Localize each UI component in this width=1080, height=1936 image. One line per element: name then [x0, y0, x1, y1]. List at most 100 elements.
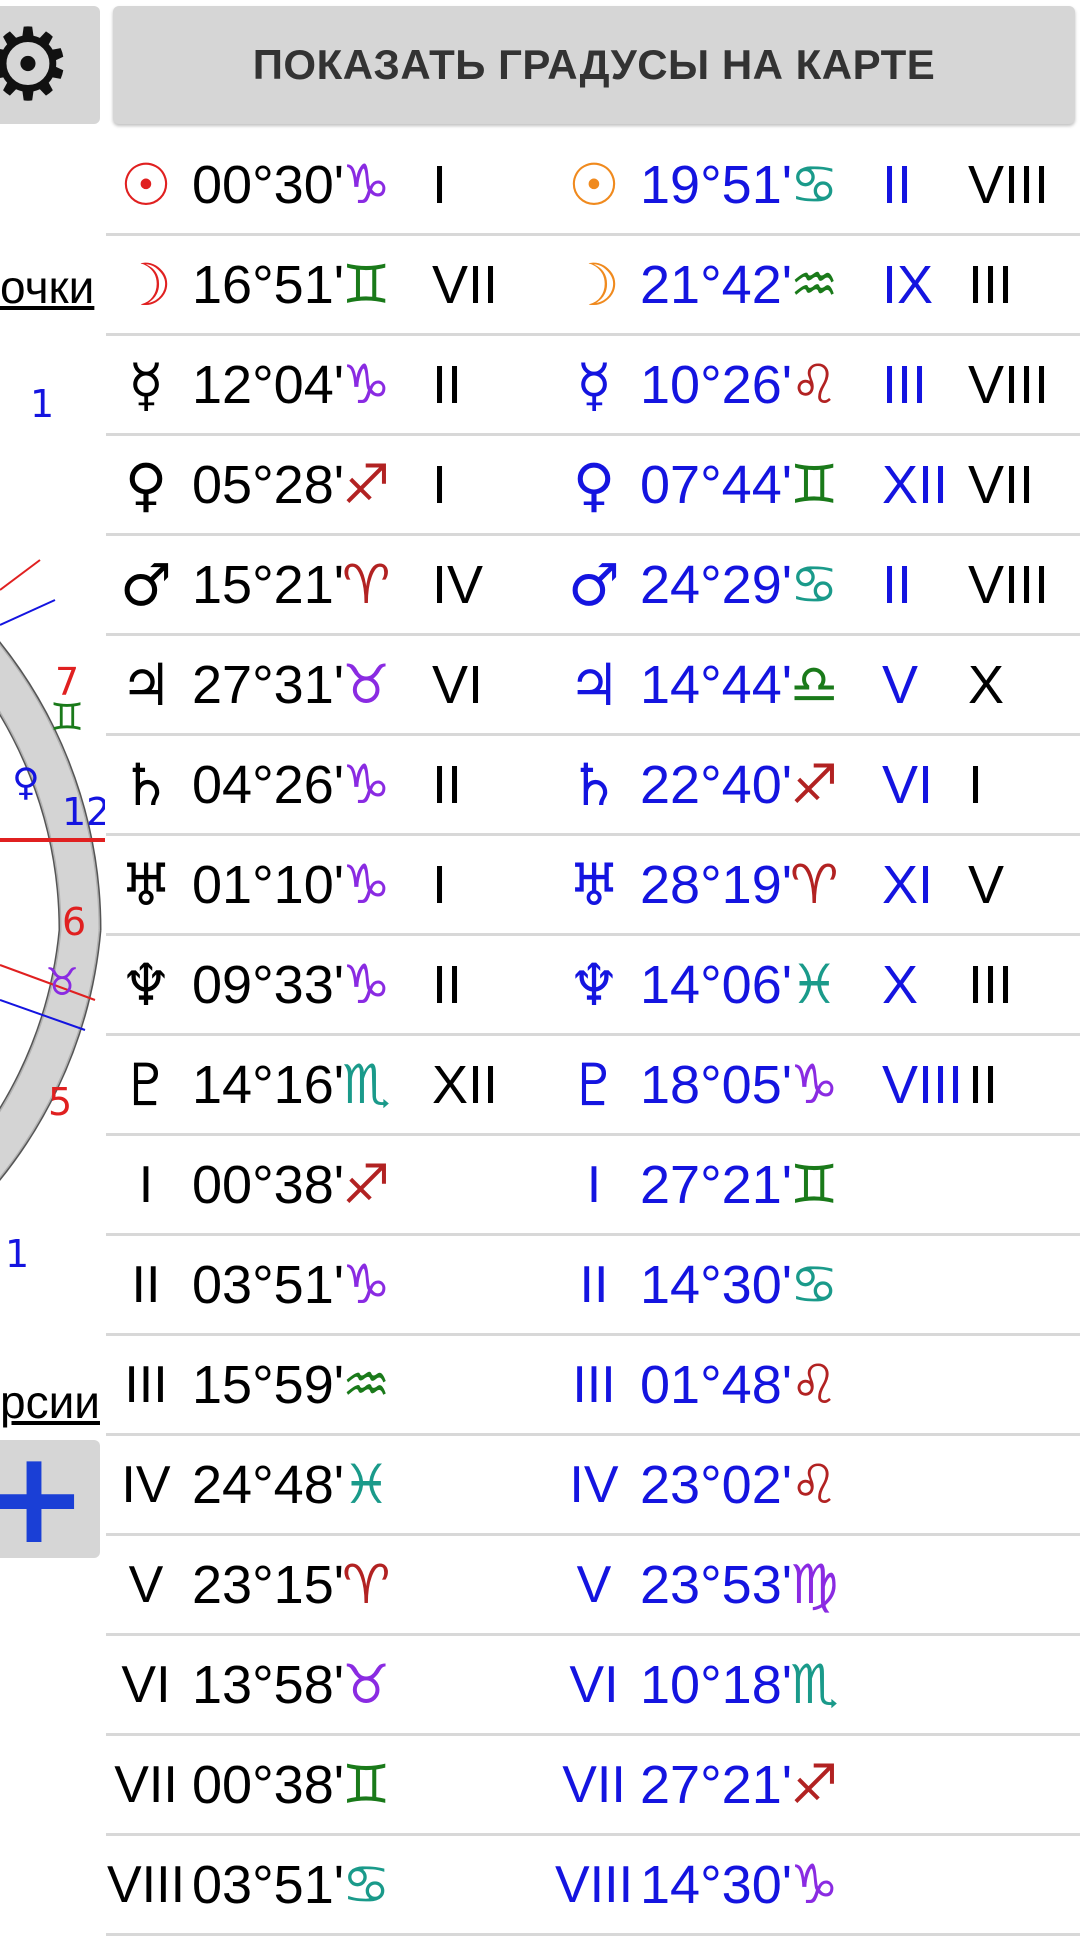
- natal-degree: 15°59': [192, 1354, 345, 1415]
- planet-icon: ☉: [568, 150, 620, 219]
- planet-icon: ♅: [120, 850, 172, 919]
- add-button[interactable]: +: [0, 1435, 100, 1563]
- zodiac-sign-icon: ♎: [790, 653, 839, 716]
- transit-degree: 22°40': [640, 754, 793, 815]
- house-label: II: [131, 1255, 161, 1314]
- settings-button[interactable]: ⚙: [0, 6, 100, 124]
- transit-degree: 10°26': [640, 354, 793, 415]
- natal-degree: 05°28': [192, 454, 345, 515]
- natal-house: II: [432, 754, 463, 815]
- zodiac-sign-icon: ♒: [342, 1353, 391, 1416]
- natal-house-of-transit: V: [968, 854, 1005, 915]
- zodiac-sign-icon: ♓: [790, 953, 839, 1016]
- zodiac-sign-icon: ♊: [342, 1753, 391, 1816]
- transit-house: XII: [882, 454, 949, 515]
- planet-icon: ♆: [568, 950, 620, 1019]
- natal-house: I: [432, 854, 448, 915]
- side-link-points[interactable]: очки: [0, 260, 94, 314]
- zodiac-sign-icon: ♑: [790, 1853, 839, 1916]
- transit-degree: 14°06': [640, 954, 793, 1015]
- transit-house: II: [882, 554, 913, 615]
- transit-house: VI: [882, 754, 934, 815]
- natal-house-of-transit: I: [968, 754, 984, 815]
- transit-degree: 21°42': [640, 254, 793, 315]
- table-row: ♃ 27°31' ♉ VI ♃ 14°44' ♎ V X: [106, 636, 1080, 736]
- house-label: III: [124, 1355, 168, 1414]
- transit-degree: 27°21': [640, 1154, 793, 1215]
- zodiac-sign-icon: ♍: [790, 1553, 839, 1616]
- table-row: ♆ 09°33' ♑ II ♆ 14°06' ♓ X III: [106, 936, 1080, 1036]
- zodiac-sign-icon: ♐: [790, 753, 839, 816]
- natal-degree: 15°21': [192, 554, 345, 615]
- table-row: V 23°15' ♈ V 23°53' ♍: [106, 1536, 1080, 1636]
- zodiac-sign-icon: ♌: [790, 353, 839, 416]
- planet-icon: ♃: [120, 650, 172, 719]
- zodiac-sign-icon: ♒: [790, 253, 839, 316]
- table-row: IV 24°48' ♓ IV 23°02' ♌: [106, 1436, 1080, 1536]
- house-label: IV: [569, 1455, 619, 1514]
- zodiac-sign-icon: ♑: [342, 353, 391, 416]
- zodiac-sign-icon: ♋: [342, 1853, 391, 1916]
- zodiac-sign-icon: ♉: [342, 1653, 391, 1716]
- side-panel: ⚙ очки 1 7 ♊ ♀ 12 6 ♉ 5 1 рсии +: [0, 0, 105, 1920]
- house-label: IV: [121, 1455, 171, 1514]
- transit-house: VIII: [882, 1054, 964, 1115]
- natal-degree: 00°38': [192, 1754, 345, 1815]
- planet-icon: ☿: [576, 350, 612, 419]
- table-row: ☿ 12°04' ♑ II ☿ 10°26' ♌ III VIII: [106, 336, 1080, 436]
- wheel-label: 1: [30, 382, 55, 426]
- planet-icon: ☿: [128, 350, 164, 419]
- planet-icon: ♃: [568, 650, 620, 719]
- transit-house: II: [882, 154, 913, 215]
- zodiac-sign-icon: ♉: [342, 653, 391, 716]
- table-row: VIII 03°51' ♋ VIII 14°30' ♑: [106, 1836, 1080, 1936]
- house-label: VI: [121, 1655, 171, 1714]
- zodiac-sign-icon: ♊: [790, 1153, 839, 1216]
- table-row: ☽ 16°51' ♊ VII ☽ 21°42' ♒ IX III: [106, 236, 1080, 336]
- zodiac-sign-icon: ♏: [342, 1053, 391, 1116]
- zodiac-sign-icon: ♐: [342, 453, 391, 516]
- natal-house: II: [432, 354, 463, 415]
- house-label: VIII: [554, 1855, 634, 1914]
- table-row: ♀ 05°28' ♐ I ♀ 07°44' ♊ XII VII: [106, 436, 1080, 536]
- transit-house: IX: [882, 254, 934, 315]
- table-row: ♄ 04°26' ♑ II ♄ 22°40' ♐ VI I: [106, 736, 1080, 836]
- table-row: ☉ 00°30' ♑ I ☉ 19°51' ♋ II VIII: [106, 136, 1080, 236]
- natal-degree: 00°30': [192, 154, 345, 215]
- house-label: VIII: [106, 1855, 186, 1914]
- natal-house-of-transit: VIII: [968, 354, 1050, 415]
- natal-house-of-transit: III: [968, 954, 1014, 1015]
- house-label: III: [572, 1355, 616, 1414]
- natal-house: I: [432, 454, 448, 515]
- house-label: VII: [562, 1755, 626, 1814]
- natal-degree: 16°51': [192, 254, 345, 315]
- zodiac-sign-icon: ♑: [342, 753, 391, 816]
- zodiac-sign-icon: ♈: [790, 853, 839, 916]
- transit-house: III: [882, 354, 928, 415]
- zodiac-sign-icon: ♊: [342, 253, 391, 316]
- planet-icon: ♂: [568, 550, 620, 619]
- natal-house-of-transit: II: [968, 1054, 999, 1115]
- house-label: II: [579, 1255, 609, 1314]
- chart-wheel-fragment: [0, 559, 105, 1181]
- show-degrees-button[interactable]: ПОКАЗАТЬ ГРАДУСЫ НА КАРТЕ: [113, 6, 1075, 124]
- zodiac-sign-icon: ♈: [342, 553, 391, 616]
- planet-icon: ♄: [568, 750, 620, 819]
- natal-degree: 03°51': [192, 1854, 345, 1915]
- natal-house: II: [432, 954, 463, 1015]
- wheel-label: 1: [5, 1232, 30, 1276]
- zodiac-sign-icon: ♐: [790, 1753, 839, 1816]
- table-row: II 03°51' ♑ II 14°30' ♋: [106, 1236, 1080, 1336]
- transit-degree: 23°02': [640, 1454, 793, 1515]
- natal-degree: 00°38': [192, 1154, 345, 1215]
- house-label: V: [576, 1555, 612, 1614]
- natal-degree: 13°58': [192, 1654, 345, 1715]
- planet-icon: ♀: [124, 450, 168, 519]
- zodiac-sign-icon: ♌: [790, 1353, 839, 1416]
- house-label: I: [586, 1155, 602, 1214]
- zodiac-sign-icon: ♑: [342, 1253, 391, 1316]
- zodiac-sign-icon: ♋: [790, 153, 839, 216]
- side-link-version[interactable]: рсии: [0, 1375, 100, 1429]
- natal-house-of-transit: VIII: [968, 554, 1050, 615]
- wheel-label: ♊: [50, 695, 85, 739]
